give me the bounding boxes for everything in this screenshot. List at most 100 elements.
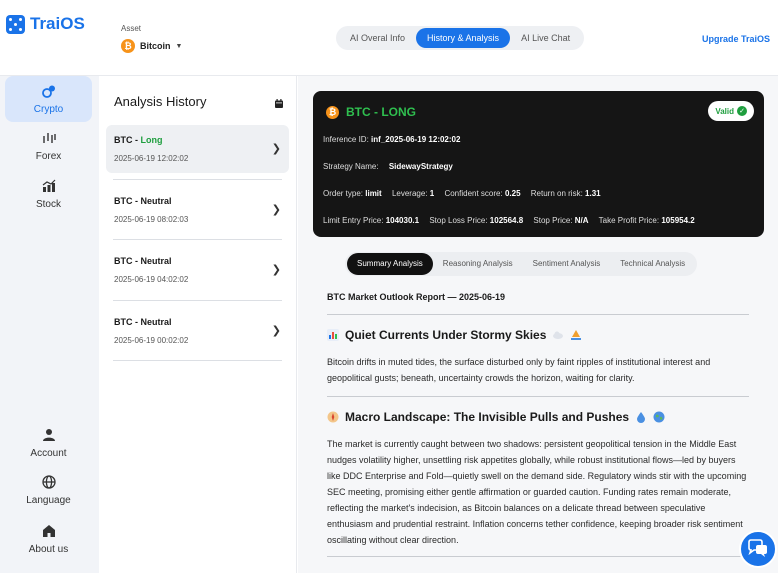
price-row: Limit Entry Price: 104030.1 Stop Loss Pr… xyxy=(323,216,695,225)
tab-ai-overall-info[interactable]: AI Overal Info xyxy=(339,28,416,48)
chevron-right-icon: ❯ xyxy=(271,325,281,337)
chevron-right-icon: ❯ xyxy=(271,143,281,155)
cloud-icon xyxy=(552,329,564,341)
tab-sentiment-analysis[interactable]: Sentiment Analysis xyxy=(523,253,611,275)
history-item[interactable]: BTC - Neutral 2025-06-19 04:02:02 ❯ xyxy=(106,246,289,294)
calendar-icon[interactable] xyxy=(275,95,283,113)
nav-label: Language xyxy=(26,494,71,506)
ror-value: 1.31 xyxy=(585,189,601,198)
section-heading-text: Macro Landscape: The Invisible Pulls and… xyxy=(345,410,630,424)
upgrade-link[interactable]: Upgrade TraiOS xyxy=(702,34,770,44)
tab-ai-live-chat[interactable]: AI Live Chat xyxy=(510,28,581,48)
bitcoin-icon: ₿ xyxy=(326,105,339,119)
section-heading: Macro Landscape: The Invisible Pulls and… xyxy=(327,410,749,424)
section-heading-text: Quiet Currents Under Stormy Skies xyxy=(345,328,547,342)
history-panel: Analysis History BTC - Long 2025-06-19 1… xyxy=(99,76,297,573)
nav-label: Crypto xyxy=(33,103,64,115)
history-item[interactable]: BTC - Neutral 2025-06-19 00:02:02 ❯ xyxy=(106,307,289,355)
stop-loss-value: 102564.8 xyxy=(489,216,524,225)
divider xyxy=(113,179,282,180)
sidebar: Crypto Forex Stock Account Language Abou… xyxy=(0,76,99,573)
user-icon xyxy=(42,428,56,442)
history-item-asset: BTC - xyxy=(114,317,141,327)
history-item-date: 2025-06-19 00:02:02 xyxy=(114,336,189,345)
signal-card: ₿ BTC - LONG Valid ✓ Inference ID: inf_2… xyxy=(313,91,764,237)
logo-icon xyxy=(6,14,25,34)
inference-row: Inference ID: inf_2025-06-19 12:02:02 xyxy=(323,135,460,144)
order-type-value: limit xyxy=(365,189,382,198)
chat-button[interactable] xyxy=(739,530,777,568)
entry-label: Limit Entry Price: xyxy=(323,216,384,225)
tab-history-analysis[interactable]: History & Analysis xyxy=(416,28,511,48)
status-label: Valid xyxy=(715,106,734,116)
history-item-signal: Neutral xyxy=(140,256,172,266)
history-item-asset: BTC - xyxy=(114,135,141,145)
divider xyxy=(113,300,282,301)
history-title: Analysis History xyxy=(114,94,207,109)
section-heading: Quiet Currents Under Stormy Skies xyxy=(327,328,749,342)
nav-stock[interactable]: Stock xyxy=(5,171,92,217)
sailboat-icon xyxy=(570,329,582,341)
asset-value: Bitcoin xyxy=(140,41,171,51)
main-tabs: AI Overal Info History & Analysis AI Liv… xyxy=(336,26,585,50)
strategy-label: Strategy Name: xyxy=(323,162,379,171)
compass-icon xyxy=(327,411,339,423)
nav-crypto[interactable]: Crypto xyxy=(5,76,92,122)
confident-value: 0.25 xyxy=(504,189,521,198)
take-profit-value: 105954.2 xyxy=(661,216,695,225)
nav-label: Account xyxy=(30,447,67,459)
history-item-asset: BTC - xyxy=(114,256,141,266)
asset-selector: Asset ₿ Bitcoin ▼ xyxy=(121,24,182,53)
history-item-date: 2025-06-19 12:02:02 xyxy=(114,154,189,163)
chevron-right-icon: ❯ xyxy=(271,204,281,216)
tab-technical-analysis[interactable]: Technical Analysis xyxy=(610,253,695,275)
top-bar: TraiOS Asset ₿ Bitcoin ▼ AI Overal Info … xyxy=(0,0,778,76)
asset-label: Asset xyxy=(121,24,142,33)
history-item-date: 2025-06-19 04:02:02 xyxy=(114,275,189,284)
history-item-date: 2025-06-19 08:02:03 xyxy=(114,215,189,224)
history-item-signal: Long xyxy=(140,135,163,145)
nav-account[interactable]: Account xyxy=(5,420,92,466)
report-content: BTC Market Outlook Report — 2025-06-19 Q… xyxy=(327,292,749,557)
check-icon: ✓ xyxy=(737,106,747,116)
asset-dropdown[interactable]: ₿ Bitcoin ▼ xyxy=(121,39,182,53)
history-item-signal: Neutral xyxy=(140,196,172,206)
status-badge: Valid ✓ xyxy=(708,101,754,121)
nav-forex[interactable]: Forex xyxy=(5,123,92,169)
divider xyxy=(113,239,282,240)
tab-summary-analysis[interactable]: Summary Analysis xyxy=(347,253,433,275)
home-icon xyxy=(42,524,56,538)
analysis-main: ₿ BTC - LONG Valid ✓ Inference ID: inf_2… xyxy=(298,76,778,573)
app-logo[interactable]: TraiOS xyxy=(6,14,85,34)
nav-about[interactable]: About us xyxy=(5,516,92,562)
water-drop-icon xyxy=(635,411,647,423)
chevron-right-icon: ❯ xyxy=(271,264,281,276)
divider xyxy=(327,314,749,315)
signal-title: BTC - LONG xyxy=(346,105,416,119)
stop-price-value: N/A xyxy=(574,216,589,225)
globe-icon xyxy=(41,474,56,489)
history-item[interactable]: BTC - Long 2025-06-19 12:02:02 ❯ xyxy=(106,125,289,173)
order-type-label: Order type: xyxy=(323,189,364,198)
bitcoin-icon: ₿ xyxy=(121,39,135,53)
leverage-value: 1 xyxy=(429,189,435,198)
strategy-name: SidewayStrategy xyxy=(388,162,453,171)
nav-language[interactable]: Language xyxy=(5,467,92,513)
coins-icon xyxy=(41,84,56,98)
report-title: BTC Market Outlook Report — 2025-06-19 xyxy=(327,292,506,302)
order-row: Order type: limit Leverage: 1 Confident … xyxy=(323,189,601,198)
strategy-row: Strategy Name: SidewayStrategy xyxy=(323,162,453,171)
section-body: The market is currently caught between t… xyxy=(327,439,747,545)
tab-reasoning-analysis[interactable]: Reasoning Analysis xyxy=(433,253,523,275)
stock-chart-icon xyxy=(42,179,56,193)
divider xyxy=(327,556,749,557)
section-body: Bitcoin drifts in muted tides, the surfa… xyxy=(327,357,711,383)
ror-label: Return on risk: xyxy=(530,189,583,198)
analysis-tabs: Summary Analysis Reasoning Analysis Sent… xyxy=(345,252,698,276)
entry-value: 104030.1 xyxy=(385,216,420,225)
app-name: TraiOS xyxy=(30,14,85,33)
history-item[interactable]: BTC - Neutral 2025-06-19 08:02:03 ❯ xyxy=(106,186,289,234)
history-item-asset: BTC - xyxy=(114,196,141,206)
bar-chart-icon xyxy=(327,329,339,341)
inference-label: Inference ID: xyxy=(323,135,369,144)
